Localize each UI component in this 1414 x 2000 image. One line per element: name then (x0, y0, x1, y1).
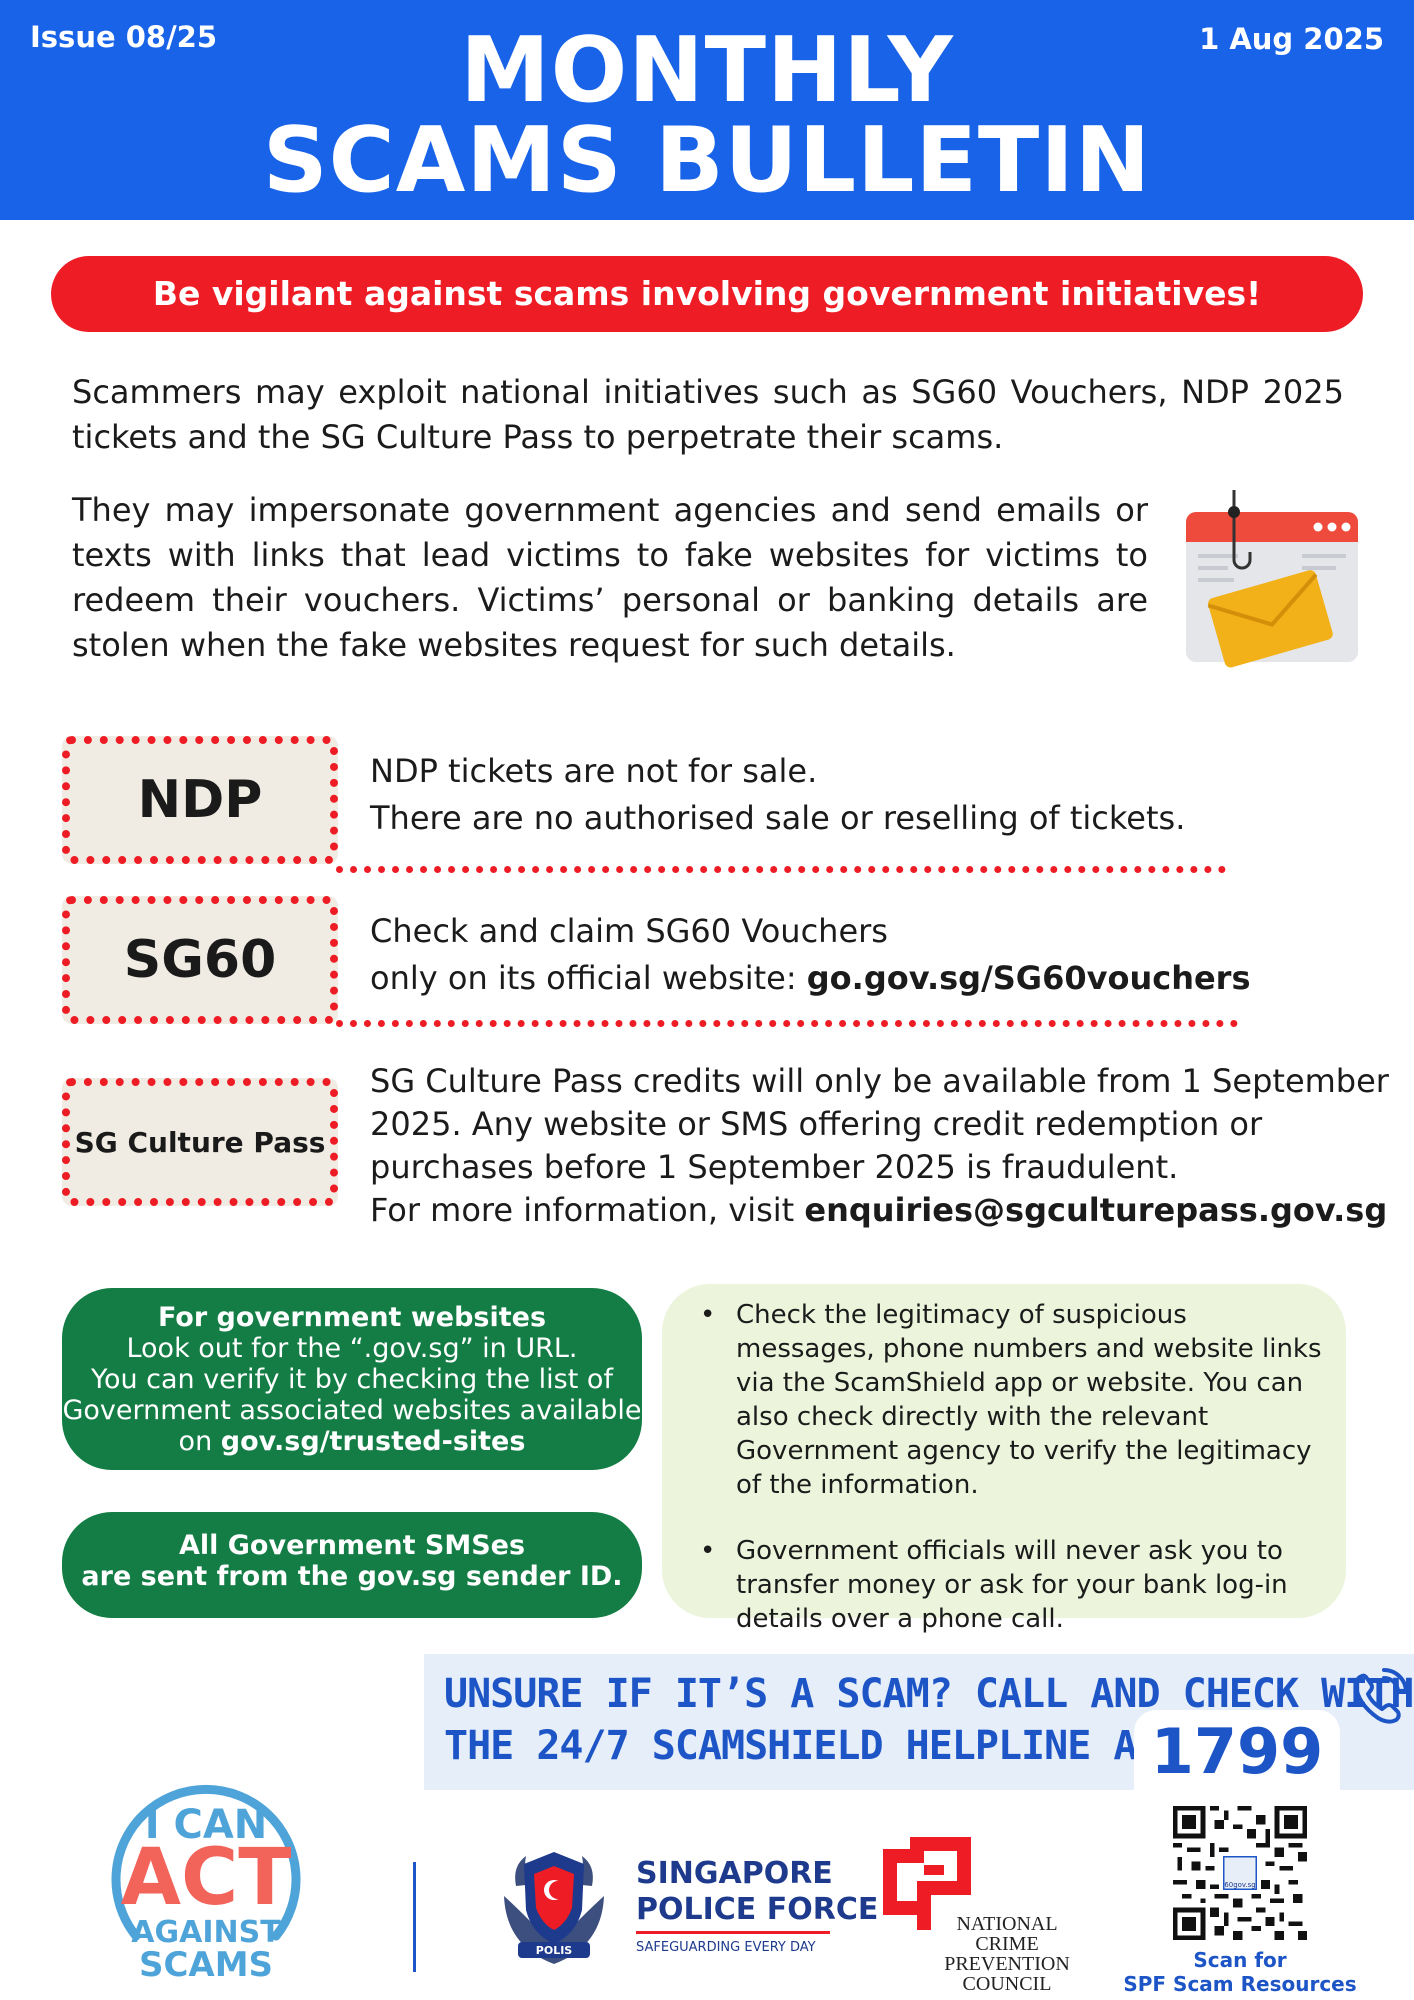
tips-list: Check the legitimacy of suspicious messa… (700, 1298, 1326, 1636)
culture-pass-line-1: SG Culture Pass credits will only be ava… (370, 1062, 1389, 1100)
culture-pass-line-2: 2025. Any website or SMS offering credit… (370, 1105, 1263, 1143)
ncpc-wordmark: NATIONAL CRIME PREVENTION COUNCIL (912, 1914, 1102, 1994)
gov-websites-line-1: Look out for the “.gov.sg” in URL. (126, 1333, 578, 1364)
qr-code-icon[interactable]: 60gov.sg (1173, 1806, 1307, 1940)
culture-pass-prefix: For more information, visit (370, 1191, 805, 1229)
gov-websites-line-3: Government associated websites available (62, 1395, 642, 1426)
tip-item: Check the legitimacy of suspicious messa… (700, 1298, 1326, 1502)
sg60-info-prefix: only on its official website: (370, 959, 807, 997)
intro-paragraph-1: Scammers may exploit national initiative… (72, 373, 1344, 456)
culture-pass-email-link[interactable]: enquiries@sgculturepass.gov.sg (804, 1191, 1387, 1229)
culture-pass-line-4: For more information, visit enquiries@sg… (370, 1189, 1389, 1232)
spf-wordmark: SINGAPORE POLICE FORCE SAFEGUARDING EVER… (636, 1856, 878, 1956)
gov-websites-prefix: on (178, 1426, 221, 1457)
gov-websites-line-4: on gov.sg/trusted-sites (62, 1426, 642, 1457)
spf-tagline: SAFEGUARDING EVERY DAY (636, 1940, 816, 1955)
culture-pass-line-3: purchases before 1 September 2025 is fra… (370, 1148, 1179, 1186)
sg60-info: Check and claim SG60 Vouchers only on it… (370, 908, 1251, 1002)
bulletin-header: Issue 08/25 1 Aug 2025 MONTHLY SCAMS BUL… (0, 0, 1414, 220)
qr-caption-line-2: SPF Scam Resources (1123, 1972, 1357, 1996)
sg60-info-line-1: Check and claim SG60 Vouchers (370, 912, 888, 950)
title-line-1: MONTHLY (460, 18, 954, 123)
act-against-scams-logo: I CAN ACT AGAINST SCAMS (111, 1784, 301, 1985)
qr-caption: Scan for SPF Scam Resources (1120, 1948, 1360, 1996)
ndp-info: NDP tickets are not for sale. There are … (370, 748, 1185, 842)
spf-crest-text: POLIS (536, 1944, 573, 1957)
phishing-email-icon (1186, 490, 1358, 668)
ndp-info-line-1: NDP tickets are not for sale. (370, 752, 818, 790)
spf-line-2: POLICE FORCE (636, 1892, 879, 1927)
helpline-banner: UNSURE IF IT’S A SCAM? CALL AND CHECK WI… (424, 1654, 1414, 1790)
gov-websites-box: For government websites Look out for the… (62, 1288, 642, 1470)
bulletin-title: MONTHLY SCAMS BULLETIN (0, 26, 1414, 206)
tip-item: Government officials will never ask you … (700, 1534, 1326, 1636)
spf-line-1: SINGAPORE (636, 1856, 833, 1891)
act-logo-line-4: SCAMS (139, 1945, 273, 1985)
phone-icon (1354, 1668, 1408, 1724)
sg60-vouchers-link[interactable]: go.gov.sg/SG60vouchers (807, 959, 1251, 997)
gov-websites-heading: For government websites (157, 1302, 547, 1333)
trusted-sites-link[interactable]: gov.sg/trusted-sites (221, 1426, 526, 1457)
ncpc-line-2: CRIME PREVENTION (944, 1933, 1070, 1975)
intro-paragraph-2: They may impersonate government agencies… (72, 491, 1148, 664)
footer-divider (413, 1862, 416, 1972)
gov-websites-line-2: You can verify it by checking the list o… (91, 1364, 613, 1395)
tips-box: Check the legitimacy of suspicious messa… (662, 1284, 1346, 1634)
sg-culture-pass-ticket-badge: SG Culture Pass (62, 1078, 338, 1206)
gov-sms-line-2: are sent from the gov.sg sender ID. (81, 1561, 623, 1592)
ndp-info-line-2: There are no authorised sale or resellin… (370, 799, 1186, 837)
spf-crest-icon: POLIS (504, 1852, 604, 1964)
sg60-info-line-2: only on its official website: go.gov.sg/… (370, 955, 1251, 1002)
culture-pass-info: SG Culture Pass credits will only be ava… (370, 1060, 1389, 1232)
gov-sms-box: All Government SMSes are sent from the g… (62, 1512, 642, 1618)
ndp-ticket-badge: NDP (62, 736, 338, 864)
qr-center-label: 60gov.sg (1224, 1881, 1255, 1889)
dotted-divider (336, 1020, 1238, 1027)
act-logo-line-2: ACT (121, 1833, 292, 1923)
helpline-number[interactable]: 1799 (1134, 1710, 1340, 1790)
dotted-divider (336, 866, 1226, 873)
gov-sms-line-1: All Government SMSes (178, 1530, 526, 1561)
spf-rule (636, 1931, 830, 1934)
ncpc-line-3: COUNCIL (962, 1973, 1052, 1995)
alert-banner: Be vigilant against scams involving gove… (51, 256, 1363, 332)
sg60-ticket-badge: SG60 (62, 896, 338, 1024)
ncpc-line-1: NATIONAL (956, 1913, 1058, 1935)
qr-caption-line-1: Scan for (1193, 1948, 1287, 1972)
title-line-2: SCAMS BULLETIN (262, 108, 1152, 213)
